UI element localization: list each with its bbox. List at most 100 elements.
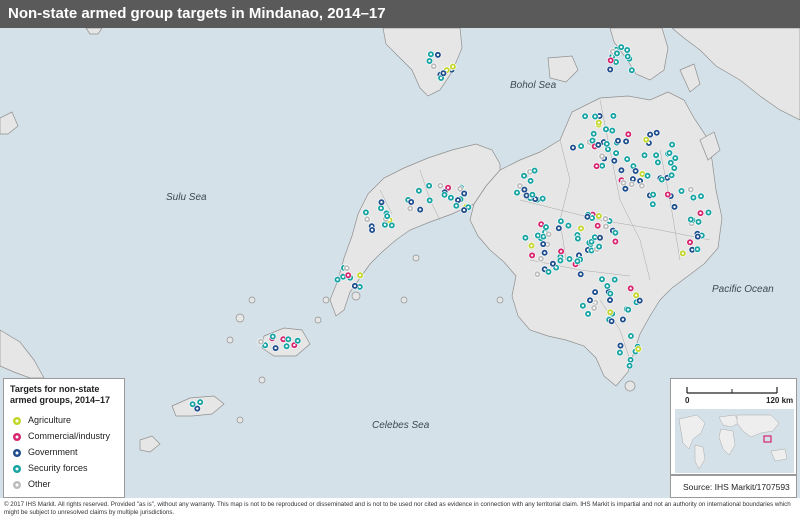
government-target-marker <box>583 213 592 221</box>
security-target-marker <box>677 187 686 195</box>
government-target-marker <box>460 189 468 198</box>
security-target-marker <box>581 112 589 120</box>
security-target-marker <box>694 218 703 226</box>
security-target-marker <box>590 130 598 138</box>
agriculture-target-marker <box>527 242 536 250</box>
security-target-marker <box>623 46 631 54</box>
government-target-marker <box>540 249 549 257</box>
security-target-marker <box>652 151 660 159</box>
security-target-marker <box>528 191 537 199</box>
other-target-marker <box>343 264 351 272</box>
agriculture-target-marker <box>356 271 364 279</box>
commercial-target-marker <box>696 209 705 217</box>
government-target-marker <box>619 315 627 324</box>
map-title: Non-state armed group targets in Mindana… <box>8 5 386 22</box>
security-target-marker <box>425 182 433 190</box>
security-target-marker <box>557 217 565 225</box>
security-target-marker <box>196 398 204 406</box>
other-target-marker <box>537 255 545 263</box>
security-target-marker <box>624 52 632 61</box>
security-target-marker <box>668 141 676 149</box>
other-target-marker <box>533 270 542 278</box>
security-target-marker <box>654 158 662 166</box>
security-target-marker <box>598 275 606 283</box>
pacific-ocean-label: Pacific Ocean <box>712 284 774 295</box>
government-target-marker <box>549 260 557 268</box>
bohol-sea-label: Bohol Sea <box>510 80 557 91</box>
security-target-marker <box>591 112 599 121</box>
security-target-marker <box>294 337 302 345</box>
government-target-marker <box>606 296 614 304</box>
security-target-marker <box>667 171 676 179</box>
government-target-marker <box>368 226 376 234</box>
map-legend: Targets for non-state armed groups, 2014… <box>3 378 125 498</box>
security-target-marker <box>556 256 565 265</box>
security-target-marker <box>521 234 530 242</box>
security-target-marker <box>513 189 521 197</box>
commercial-target-marker <box>624 130 632 138</box>
agriculture-target-marker <box>679 249 687 257</box>
agriculture-target-marker <box>642 136 650 144</box>
security-target-marker <box>608 127 616 135</box>
sulu-sea-label: Sulu Sea <box>166 192 207 203</box>
security-target-marker <box>626 356 635 364</box>
commercial-target-marker <box>664 190 672 199</box>
security-target-marker <box>383 212 391 220</box>
government-target-marker <box>694 233 702 241</box>
security-target-marker <box>611 229 620 237</box>
government-target-marker <box>407 198 415 206</box>
security-target-marker <box>623 155 631 163</box>
security-target-marker <box>627 332 635 340</box>
agriculture-target-marker <box>577 224 585 232</box>
other-target-marker <box>601 215 610 223</box>
security-target-marker <box>573 257 582 265</box>
government-target-marker <box>610 157 618 165</box>
security-target-marker <box>333 276 342 284</box>
security-target-marker <box>609 112 618 120</box>
government-target-marker <box>434 51 442 59</box>
government-target-marker <box>653 129 661 137</box>
security-target-marker <box>427 50 435 58</box>
commercial-target-marker <box>611 237 620 246</box>
security-target-marker <box>687 215 695 224</box>
security-target-marker <box>447 194 455 202</box>
government-target-marker <box>622 137 630 145</box>
security-target-marker <box>628 66 636 74</box>
other-target-marker <box>257 338 265 346</box>
security-target-marker <box>526 177 535 185</box>
security-target-marker <box>362 208 370 216</box>
other-target-marker <box>638 182 646 190</box>
government-target-marker <box>460 206 468 214</box>
title-bar: Non-state armed group targets in Mindana… <box>0 0 800 28</box>
security-target-marker <box>574 235 582 243</box>
government-target-marker <box>520 186 529 194</box>
legend-title: Targets for non-state armed groups, 2014… <box>10 384 111 405</box>
security-target-marker <box>625 362 634 370</box>
security-target-marker <box>612 149 620 157</box>
government-marker-icon <box>13 449 21 457</box>
government-target-marker <box>594 141 602 149</box>
government-target-marker <box>586 296 594 304</box>
other-target-marker <box>406 204 414 213</box>
security-target-marker <box>577 142 585 150</box>
security-target-marker <box>269 332 277 341</box>
government-target-marker <box>636 297 644 305</box>
agriculture-target-marker <box>449 62 457 71</box>
other-target-marker <box>363 215 371 223</box>
scale-max-label: 120 km <box>766 396 794 405</box>
government-target-marker <box>616 342 625 350</box>
government-target-marker <box>614 137 622 145</box>
security-target-marker <box>283 342 291 350</box>
government-target-marker <box>631 167 640 175</box>
commercial-target-marker <box>627 284 635 293</box>
government-target-marker <box>539 240 547 248</box>
security-target-marker <box>624 306 632 314</box>
security-target-marker <box>452 202 460 210</box>
government-target-marker <box>591 288 599 296</box>
other-marker-icon <box>13 481 21 489</box>
scale-zero-label: 0 <box>685 396 690 405</box>
commercial-target-marker <box>594 222 602 230</box>
security-target-marker <box>617 43 625 51</box>
security-target-marker <box>606 290 614 298</box>
security-target-marker <box>671 154 679 162</box>
